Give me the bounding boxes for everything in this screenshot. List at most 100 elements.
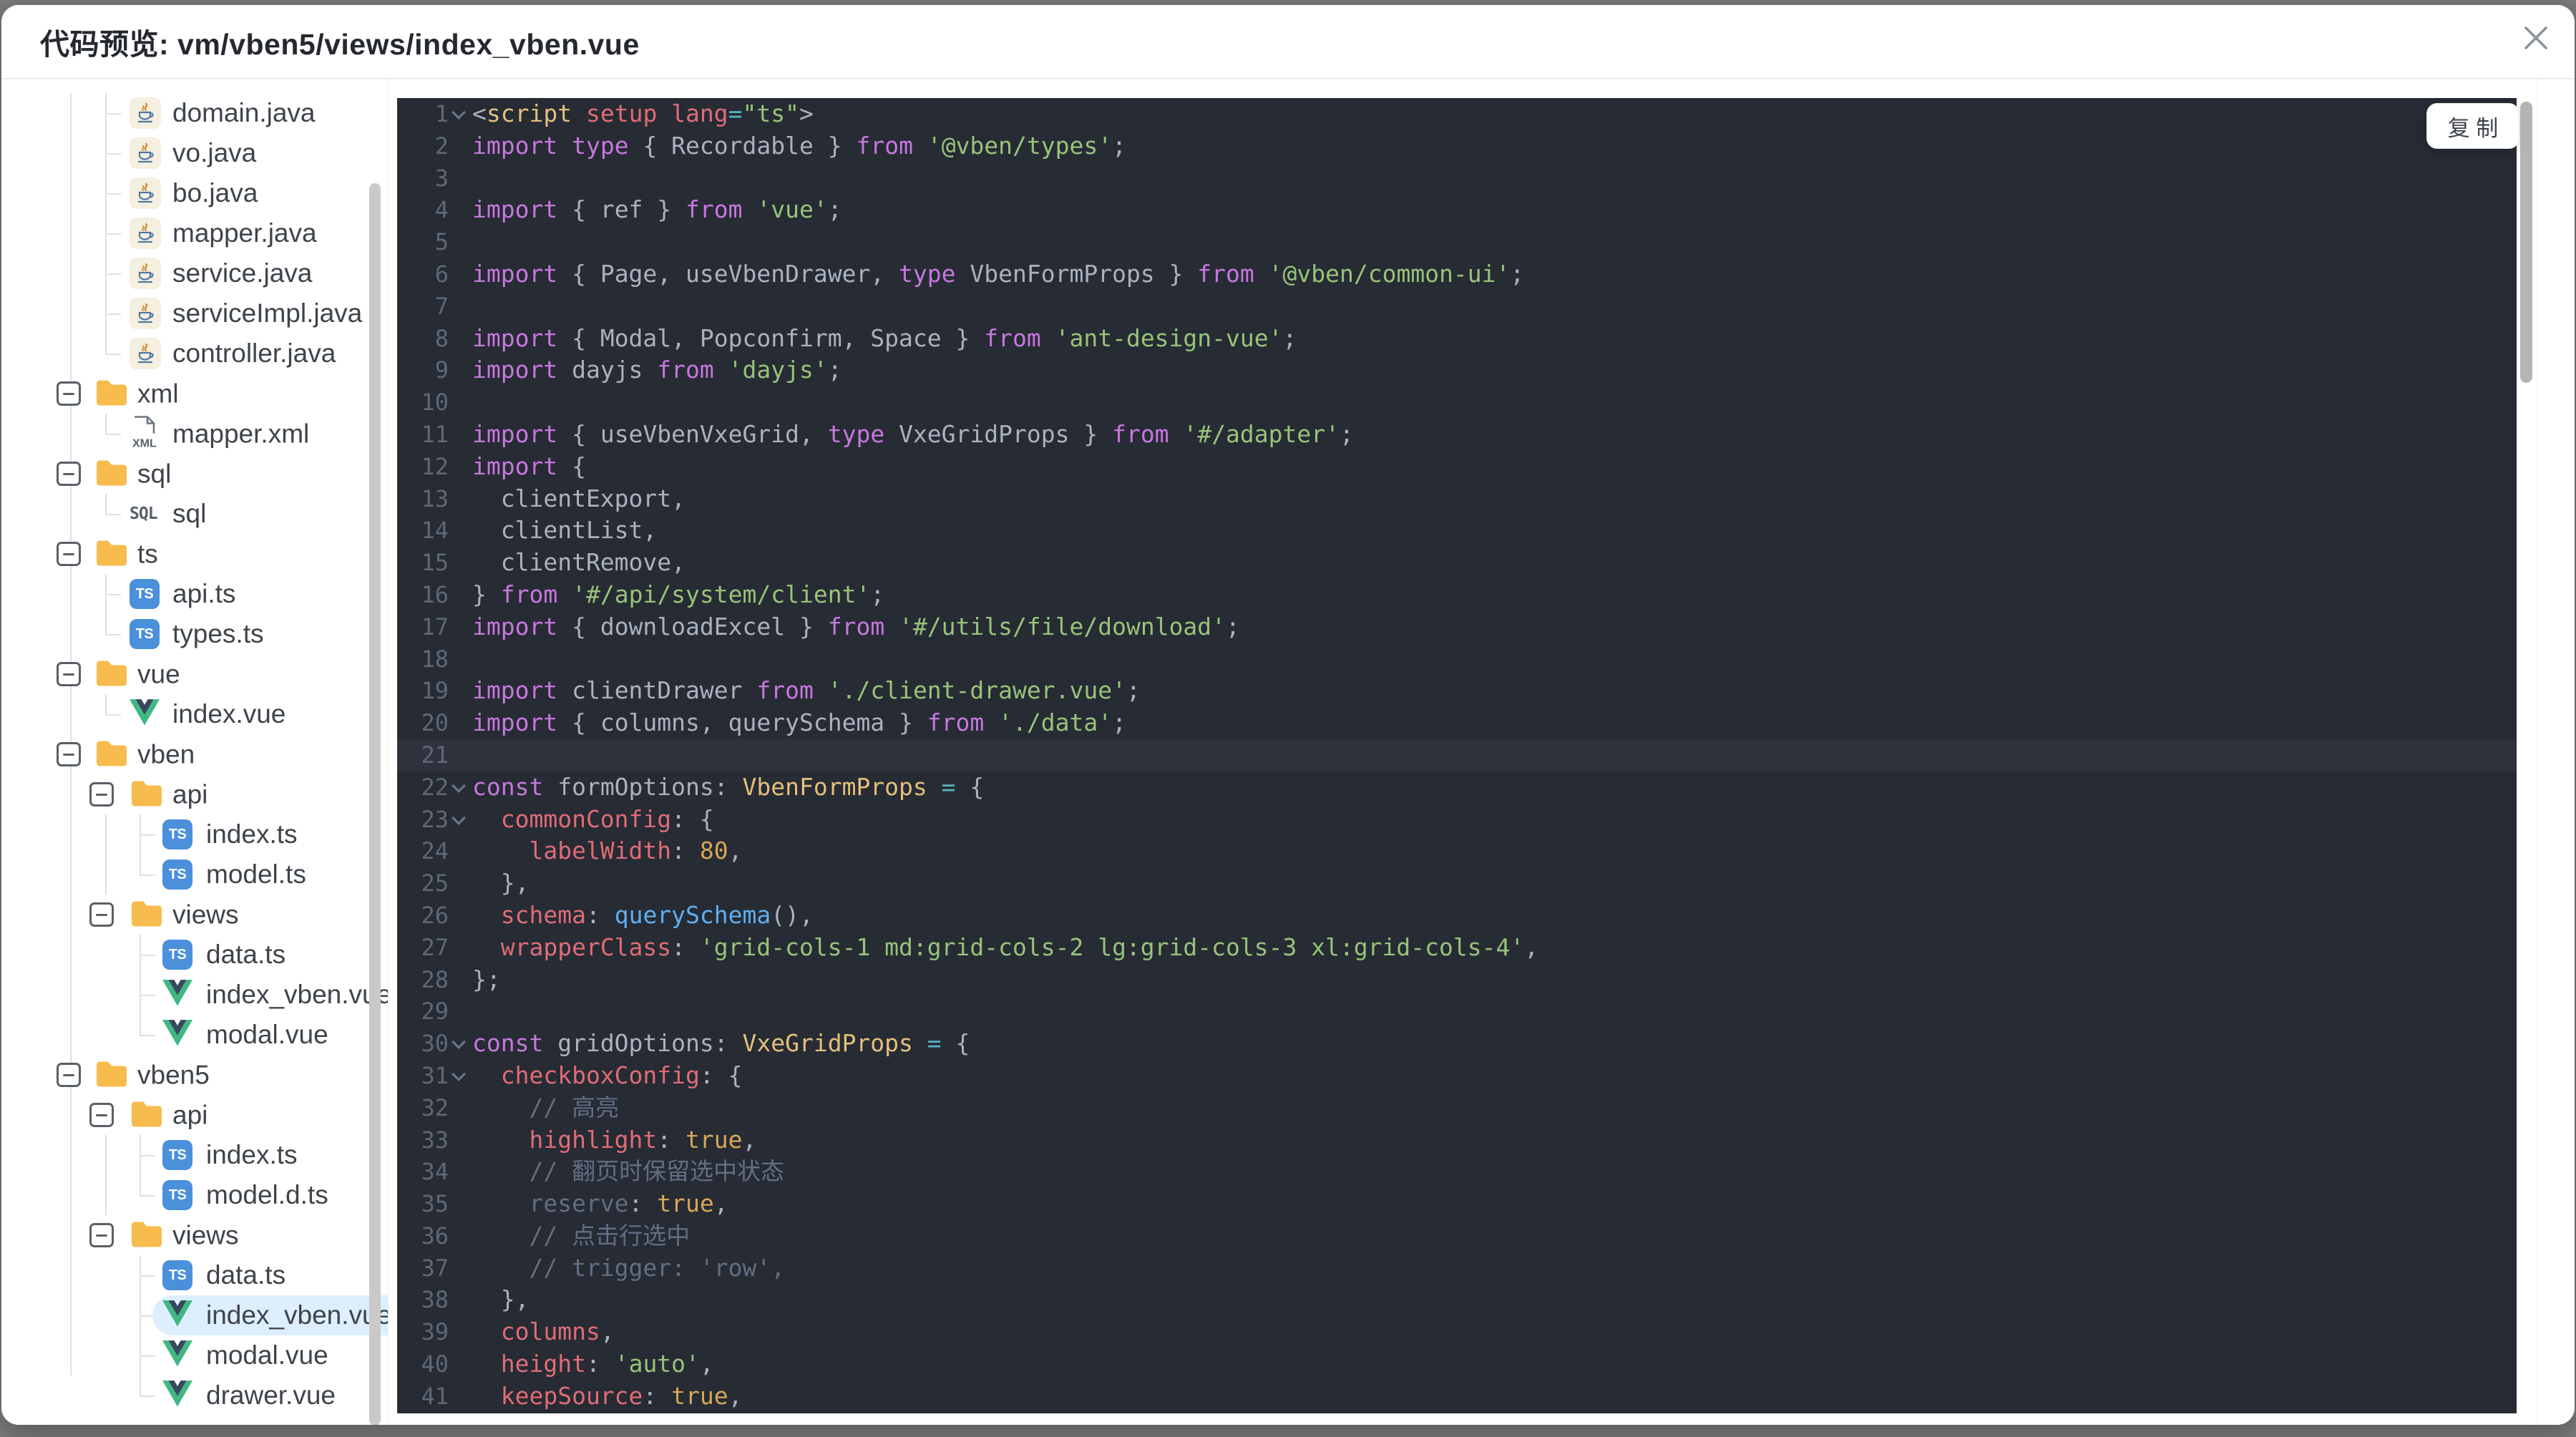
tree-item-types.ts[interactable]: TS types.ts [1,614,388,654]
collapse-toggle[interactable] [57,462,81,486]
code-line[interactable]: 31 checkboxConfig: { [397,1060,2517,1092]
code-line[interactable]: 39 columns, [397,1316,2517,1348]
tree-item-controller.java[interactable]: controller.java [1,333,388,374]
tree-item-content[interactable]: TS data.ts [152,935,306,975]
code-line[interactable]: 11 import { useVbenVxeGrid, type VxeGridP… [397,419,2517,451]
tree-item-content[interactable]: views [120,1215,259,1256]
code-line[interactable]: 41 keepSource: true, [397,1380,2517,1413]
tree-item-content[interactable]: mapper.java [119,213,337,254]
fold-arrow-icon[interactable] [452,1035,466,1050]
fold-arrow-icon[interactable] [452,810,466,825]
code-line[interactable]: 1 <script setup lang="ts"> [397,98,2517,130]
code-line[interactable]: 32 // 高亮 [397,1092,2517,1124]
code-line[interactable]: 9 import dayjs from 'dayjs'; [397,354,2517,386]
code-line[interactable]: 24 labelWidth: 80, [397,835,2517,867]
collapse-toggle[interactable] [89,782,114,807]
fold-arrow-icon[interactable] [452,105,466,120]
tree-item-vben[interactable]: vben [1,734,388,774]
tree-item-content[interactable]: modal.vue [152,1015,348,1055]
tree-item-data.ts[interactable]: TS data.ts [1,935,388,975]
code-line[interactable]: 23 commonConfig: { [397,804,2517,836]
tree-item-content[interactable]: TS api.ts [119,574,255,614]
tree-item-api[interactable]: api [1,774,388,814]
code-line[interactable]: 25 }, [397,867,2517,900]
tree-item-modal.vue[interactable]: modal.vue [1,1015,388,1055]
tree-item-content[interactable]: bo.java [119,172,278,214]
tree-item-mapper.java[interactable]: mapper.java [1,213,388,253]
code-line[interactable]: 38 }, [397,1284,2517,1316]
code-line[interactable]: 2 import type { Recordable } from '@vben/… [397,130,2517,162]
tree-item-content[interactable]: index.vue [119,694,306,734]
tree-item-index.ts[interactable]: TS index.ts [1,814,388,854]
code-line[interactable]: 28}; [397,964,2517,996]
tree-item-api.ts[interactable]: TS api.ts [1,574,388,614]
code-line[interactable]: 35 reserve: true, [397,1188,2517,1220]
collapse-toggle[interactable] [57,742,81,766]
code-line[interactable]: 21 [397,739,2517,771]
code-line[interactable]: 6 import { Page, useVbenDrawer, type Vben… [397,258,2517,291]
tree-item-content[interactable]: modal.vue [152,1335,348,1375]
tree-item-content[interactable]: XML mapper.xml [119,410,329,458]
code-line[interactable]: 15 clientRemove, [397,547,2517,579]
tree-item-index.vue[interactable]: index.vue [1,694,388,734]
tree-item-mapper.xml[interactable]: XML mapper.xml [1,414,388,454]
fold-arrow-icon[interactable] [452,1067,466,1081]
code-line[interactable]: 34 // 翻页时保留选中状态 [397,1156,2517,1188]
copy-button[interactable]: 复 制 [2426,103,2519,149]
collapse-toggle[interactable] [57,662,81,686]
tree-item-bo.java[interactable]: bo.java [1,173,388,213]
code-line[interactable]: 20 import { columns, querySchema } from '… [397,707,2517,739]
tree-item-content[interactable]: api [120,774,228,815]
tree-item-content[interactable]: views [120,895,259,935]
tree-item-vben5[interactable]: vben5 [1,1055,388,1095]
code-line[interactable]: 36 // 点击行选中 [397,1220,2517,1252]
tree-item-index_vben.vue[interactable]: index_vben.vue [1,1295,388,1335]
tree-item-domain.java[interactable]: domain.java [1,93,388,133]
tree-item-ts[interactable]: ts [1,534,388,574]
code-line[interactable]: 8 import { Modal, Popconfirm, Space } fro… [397,323,2517,355]
collapse-toggle[interactable] [89,902,114,927]
tree-item-sql[interactable]: sql [1,454,388,494]
tree-item-xml[interactable]: xml [1,374,388,414]
tree-item-content[interactable]: TS index.ts [152,1135,318,1175]
tree-item-serviceImpl.java[interactable]: serviceImpl.java [1,293,388,333]
code-line[interactable]: 17 import { downloadExcel } from '#/utils… [397,611,2517,643]
tree-item-modal.vue[interactable]: modal.vue [1,1335,388,1375]
tree-item-content[interactable]: vo.java [119,132,276,174]
code-line[interactable]: 33 highlight: true, [397,1124,2517,1156]
tree-item-content[interactable]: TS types.ts [119,614,284,654]
close-button[interactable] [2516,19,2556,59]
tree-item-content[interactable]: service.java [119,253,332,294]
tree-item-content[interactable]: serviceImpl.java [119,293,382,334]
tree-item-vue[interactable]: vue [1,654,388,694]
collapse-toggle[interactable] [57,381,81,406]
collapse-toggle[interactable] [57,1063,81,1087]
tree-scrollbar[interactable] [369,183,381,1425]
code-line[interactable]: 12 import { [397,451,2517,483]
code-line[interactable]: 30 const gridOptions: VxeGridProps = { [397,1028,2517,1060]
tree-item-content[interactable]: SQL sql [119,494,226,534]
code-line[interactable]: 18 [397,643,2517,676]
tree-item-content[interactable]: index_vben.vue [152,975,388,1015]
tree-item-content[interactable]: ts [85,534,178,575]
code-line[interactable]: 27 wrapperClass: 'grid-cols-1 md:grid-co… [397,932,2517,964]
tree-item-content[interactable]: vue [85,654,200,695]
tree-item-content[interactable]: controller.java [119,333,356,374]
tree-item-content[interactable]: vben [85,734,215,775]
tree-item-views[interactable]: views [1,895,388,935]
tree-item-selected[interactable]: index_vben.vue [152,1295,388,1335]
tree-item-model.ts[interactable]: TS model.ts [1,854,388,895]
code-line[interactable]: 13 clientExport, [397,483,2517,515]
tree-item-index.ts[interactable]: TS index.ts [1,1135,388,1175]
code-line[interactable]: 22 const formOptions: VbenFormProps = { [397,771,2517,804]
tree-item-service.java[interactable]: service.java [1,253,388,293]
code-line[interactable]: 10 [397,386,2517,419]
tree-item-content[interactable]: TS model.d.ts [152,1175,348,1215]
tree-item-content[interactable]: domain.java [119,92,336,134]
code-line[interactable]: 16} from '#/api/system/client'; [397,579,2517,611]
tree-item-data.ts[interactable]: TS data.ts [1,1255,388,1295]
tree-item-content[interactable]: TS data.ts [152,1255,306,1295]
code-line[interactable]: 29 [397,995,2517,1028]
code-line[interactable]: 3 [397,162,2517,195]
code-scrollbar[interactable] [2520,102,2532,383]
